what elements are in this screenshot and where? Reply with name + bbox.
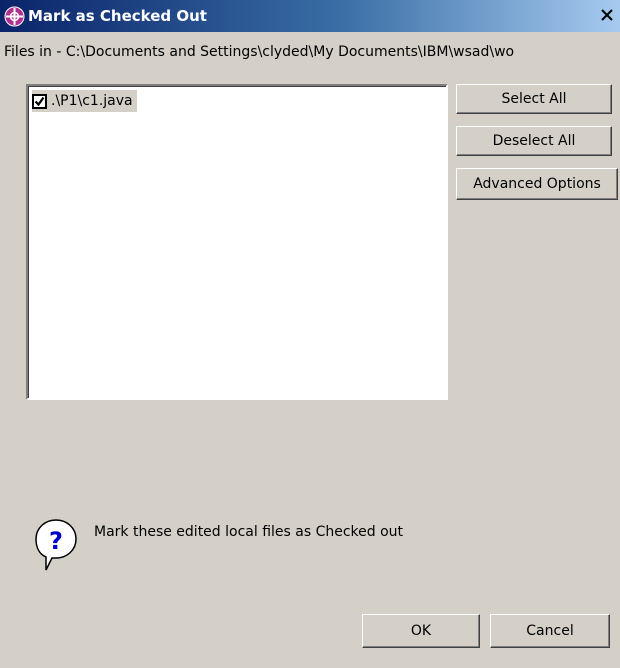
- deselect-all-button[interactable]: Deselect All: [456, 126, 612, 156]
- file-list[interactable]: .\P1\c1.java: [26, 84, 448, 400]
- mark-checked-out-dialog: Mark as Checked Out Files in - C:\Docume…: [0, 0, 620, 668]
- checkmark-icon: [34, 96, 45, 106]
- list-item[interactable]: .\P1\c1.java: [32, 90, 137, 112]
- file-checkbox[interactable]: [32, 93, 47, 109]
- ok-button[interactable]: OK: [362, 614, 480, 648]
- svg-text:?: ?: [49, 527, 63, 555]
- files-path-label: Files in - C:\Documents and Settings\cly…: [4, 44, 515, 60]
- file-label: .\P1\c1.java: [51, 93, 133, 109]
- question-balloon-icon: ?: [35, 519, 77, 571]
- close-icon: [601, 9, 613, 21]
- app-icon: [4, 6, 25, 27]
- window-title: Mark as Checked Out: [28, 7, 207, 25]
- title-bar[interactable]: Mark as Checked Out: [0, 0, 620, 32]
- advanced-options-button[interactable]: Advanced Options: [456, 168, 618, 200]
- close-button[interactable]: [596, 4, 618, 26]
- select-all-button[interactable]: Select All: [456, 84, 612, 114]
- info-message: Mark these edited local files as Checked…: [94, 524, 404, 540]
- cancel-button[interactable]: Cancel: [490, 614, 610, 648]
